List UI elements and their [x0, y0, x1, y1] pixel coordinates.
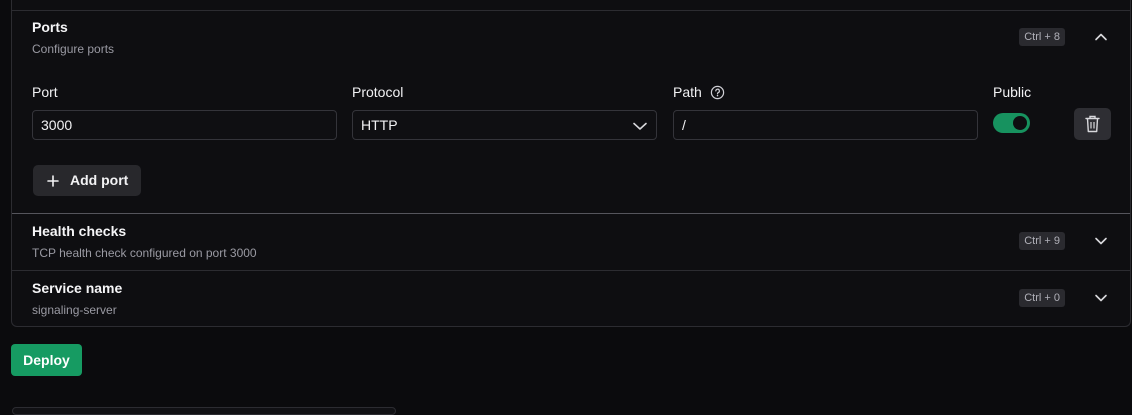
add-port-button[interactable]: Add port: [33, 165, 141, 196]
next-section-edge: [12, 407, 396, 415]
shortcut-badge: Ctrl + 9: [1019, 232, 1065, 250]
path-input[interactable]: /: [673, 110, 978, 140]
shortcut-badge: Ctrl + 0: [1019, 289, 1065, 307]
settings-panel: Ports Configure ports Ctrl + 8 Port Prot…: [11, 0, 1131, 327]
chevron-up-icon[interactable]: [1094, 30, 1108, 44]
public-toggle[interactable]: [993, 113, 1030, 133]
chevron-down-icon[interactable]: [1094, 291, 1108, 305]
chevron-down-icon[interactable]: [1094, 234, 1108, 248]
protocol-label: Protocol: [352, 84, 404, 100]
path-label: Path: [673, 84, 702, 100]
public-label: Public: [993, 84, 1032, 100]
help-circle-icon[interactable]: [710, 85, 725, 100]
section-title: Service name: [32, 280, 123, 296]
path-label-group: Path: [673, 84, 725, 102]
toggle-knob: [1013, 116, 1027, 130]
protocol-select[interactable]: HTTP: [352, 110, 657, 140]
section-subtitle: Configure ports: [32, 42, 115, 56]
plus-icon: [47, 175, 59, 187]
trash-icon: [1085, 115, 1100, 133]
port-label: Port: [32, 84, 58, 100]
section-subtitle: signaling-server: [32, 303, 117, 317]
section-title: Ports: [32, 19, 68, 35]
ports-section-header[interactable]: Ports Configure ports Ctrl + 8: [12, 11, 1130, 63]
delete-port-button[interactable]: [1074, 108, 1111, 140]
section-subtitle: TCP health check configured on port 3000: [32, 246, 257, 260]
protocol-select-value: HTTP: [361, 117, 398, 133]
shortcut-badge: Ctrl + 8: [1019, 28, 1065, 46]
port-input[interactable]: 3000: [32, 110, 337, 140]
deploy-button[interactable]: Deploy: [11, 344, 82, 376]
chevron-down-icon: [633, 122, 647, 130]
health-checks-section-header[interactable]: Health checks TCP health check configure…: [12, 214, 1130, 269]
add-port-label: Add port: [70, 172, 129, 188]
service-name-section-header[interactable]: Service name signaling-server Ctrl + 0: [12, 271, 1130, 326]
section-title: Health checks: [32, 223, 127, 239]
